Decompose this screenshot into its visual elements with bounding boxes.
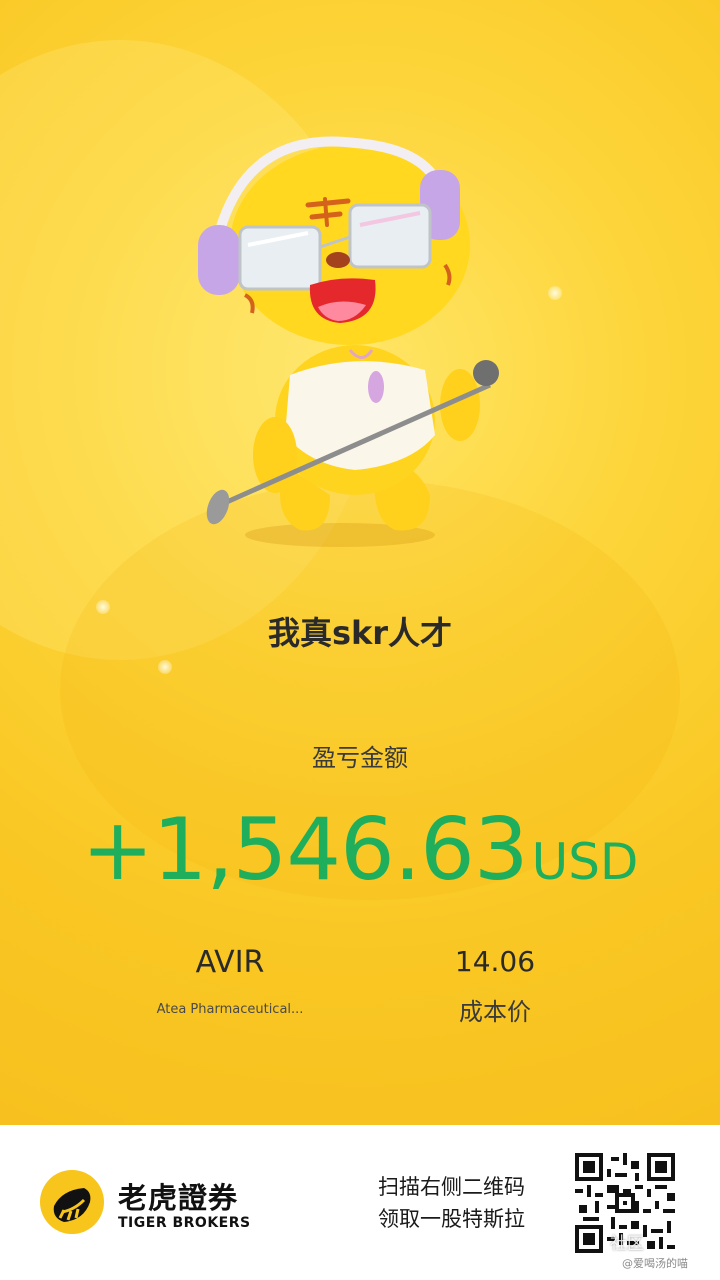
watermark-user: @爱喝汤的喵 [622,1257,688,1270]
pnl-currency: USD [531,833,639,891]
sparkle-decoration [548,286,562,300]
stock-info: AVIR Atea Pharmaceutical... [130,945,330,1017]
stock-ticker: AVIR [195,945,265,980]
cost-price-label: 成本价 [459,998,531,1026]
pnl-label: 盈亏金额 [312,744,408,772]
footer: 老虎證券 TIGER BROKERS 扫描右侧二维码 领取一股特斯拉 社区 @爱… [0,1125,720,1280]
scan-instructions: 扫描右侧二维码 领取一股特斯拉 [378,1171,525,1235]
tiger-brokers-logo-icon [40,1170,104,1234]
watermark-community: 社区 [610,1234,644,1254]
share-card: 我真skr人才 盈亏金额 +1,546.63USD AVIR Atea Phar… [0,0,720,1125]
scan-line-2: 领取一股特斯拉 [378,1207,525,1231]
share-caption: 我真skr人才 [267,614,453,652]
cost-price-value: 14.06 [454,945,536,978]
brand-name-cn: 老虎證券 [118,1181,239,1215]
pnl-amount: +1,546.63 [81,800,529,900]
sparkle-decoration [158,660,172,674]
company-name: Atea Pharmaceutical... [156,1002,304,1017]
tiger-mascot-icon [198,136,499,547]
cost-info: 14.06 成本价 [405,945,585,1027]
scan-line-1: 扫描右侧二维码 [378,1175,525,1199]
pnl-value: +1,546.63USD [0,800,720,900]
brand-name-en: TIGER BROKERS [118,1215,251,1231]
